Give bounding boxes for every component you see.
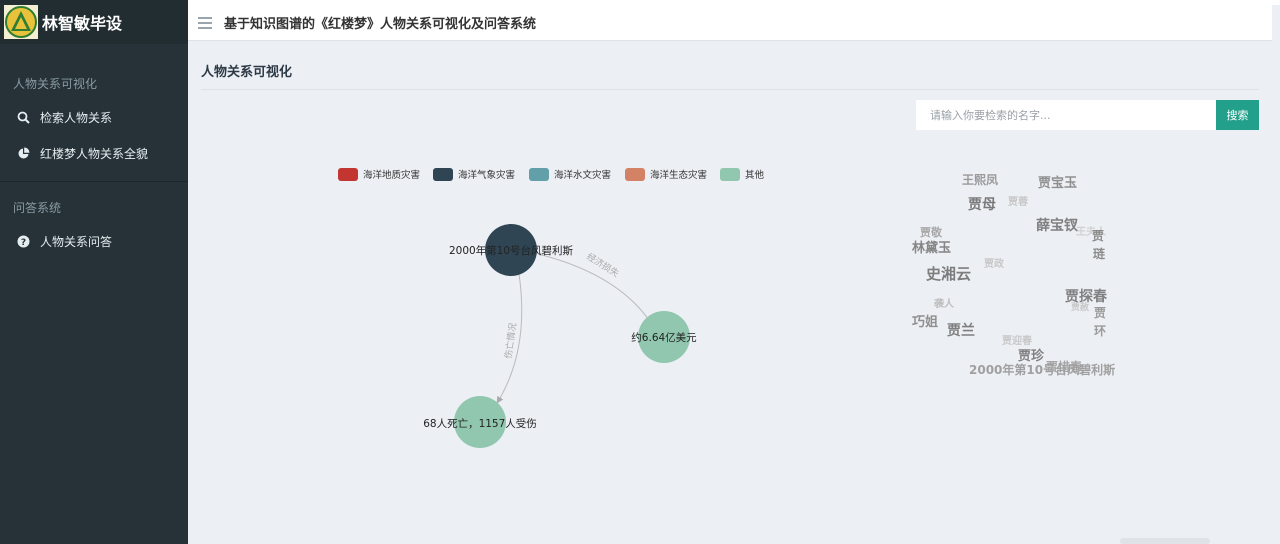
node-label: 68人死亡，1157人受伤 <box>423 417 537 430</box>
node-label: 2000年第10号台风碧利斯 <box>449 244 574 257</box>
header: 基于知识图谱的《红楼梦》人物关系可视化及问答系统 <box>188 5 1272 41</box>
pie-chart-icon <box>16 146 30 160</box>
word-cloud-item[interactable]: 贾宝玉 <box>1038 172 1077 191</box>
header-title: 基于知识图谱的《红楼梦》人物关系可视化及问答系统 <box>224 17 537 32</box>
page-divider <box>201 89 1259 90</box>
legend-swatch <box>433 168 453 181</box>
word-cloud-item[interactable]: 贾政 <box>984 255 1004 270</box>
menu-toggle-icon[interactable] <box>198 16 212 29</box>
legend-label: 海洋水文灾害 <box>554 169 611 181</box>
sidebar-divider <box>0 181 188 182</box>
word-cloud-item[interactable]: 王熙凤 <box>962 171 998 188</box>
sidebar-item-label: 检索人物关系 <box>40 110 113 125</box>
sidebar-item-label: 红楼梦人物关系全貌 <box>40 146 149 161</box>
page-title: 人物关系可视化 <box>201 65 293 80</box>
legend-item[interactable]: 海洋地质灾害 <box>338 168 420 181</box>
graph-node-economic-loss[interactable]: 约6.64亿美元 <box>631 311 697 363</box>
word-cloud-item[interactable]: 薛宝钗 <box>1036 215 1078 235</box>
word-cloud-item[interactable]: 贾蓉 <box>1008 193 1028 208</box>
edge-label: 经济损失 <box>584 250 621 279</box>
node-label: 约6.64亿美元 <box>631 331 697 344</box>
sidebar-item-relation-qa[interactable]: ? 人物关系问答 <box>0 227 188 255</box>
word-cloud-item[interactable]: 贾母 <box>968 194 996 214</box>
word-cloud-item[interactable]: 贾兰 <box>947 320 975 340</box>
word-cloud-item[interactable]: 环 <box>1094 322 1106 339</box>
logo <box>4 5 38 39</box>
scroll-hint <box>1120 538 1210 544</box>
legend-label: 海洋地质灾害 <box>363 169 420 181</box>
graph-node-casualties[interactable]: 68人死亡，1157人受伤 <box>423 396 537 448</box>
legend-label: 其他 <box>745 169 765 181</box>
search-input[interactable] <box>916 100 1216 130</box>
legend-swatch <box>720 168 740 181</box>
legend-label: 海洋生态灾害 <box>650 169 707 181</box>
legend-swatch <box>338 168 358 181</box>
section-title-visualization: 人物关系可视化 <box>13 77 98 91</box>
legend-item[interactable]: 其他 <box>720 168 765 181</box>
legend-item[interactable]: 海洋水文灾害 <box>529 168 611 181</box>
legend-item[interactable]: 海洋气象灾害 <box>433 168 515 181</box>
word-cloud-item[interactable]: 巧姐 <box>912 311 938 330</box>
word-cloud-item[interactable]: 贾 <box>1092 227 1104 244</box>
word-cloud-item[interactable]: 袭人 <box>934 295 954 310</box>
word-cloud-item[interactable]: 2000年第10号台风碧利斯 <box>969 361 1115 378</box>
legend-swatch <box>625 168 645 181</box>
search-icon <box>16 110 30 124</box>
sidebar: 林智敏毕设 人物关系可视化 检索人物关系 红楼梦人物关系全貌 问答系统 ? 人物… <box>0 0 188 544</box>
svg-text:?: ? <box>20 238 25 248</box>
graph-legend: 海洋地质灾害 海洋气象灾害 海洋水文灾害 海洋生态灾害 其他 <box>338 168 765 181</box>
graph-edge-casualties[interactable]: 伤亡情况 <box>496 273 523 404</box>
graph-node-typhoon[interactable]: 2000年第10号台风碧利斯 <box>449 224 574 276</box>
word-cloud-item[interactable]: 贾赦 <box>1071 300 1089 313</box>
legend-item[interactable]: 海洋生态灾害 <box>625 168 707 181</box>
word-cloud-item[interactable]: 贾 <box>1094 304 1106 321</box>
graph-edge-economic-loss[interactable]: 经济损失 <box>537 250 652 324</box>
legend-swatch <box>529 168 549 181</box>
edge-label: 伤亡情况 <box>502 322 519 359</box>
question-circle-icon: ? <box>16 234 30 248</box>
section-title-qa: 问答系统 <box>13 201 62 215</box>
legend-label: 海洋气象灾害 <box>458 169 515 181</box>
sidebar-item-full-relations[interactable]: 红楼梦人物关系全貌 <box>0 139 188 167</box>
word-cloud-item[interactable]: 史湘云 <box>926 263 971 284</box>
relation-graph[interactable]: 海洋地质灾害 海洋气象灾害 海洋水文灾害 海洋生态灾害 其他 经济损失 伤亡情况 <box>188 140 828 460</box>
word-cloud-item[interactable]: 琏 <box>1093 245 1105 262</box>
sidebar-item-search-relations[interactable]: 检索人物关系 <box>0 103 188 131</box>
word-cloud-item[interactable]: 林黛玉 <box>912 237 951 256</box>
search-button[interactable]: 搜索 <box>1216 100 1259 130</box>
brand-name: 林智敏毕设 <box>42 14 123 33</box>
brand[interactable]: 林智敏毕设 <box>0 0 188 44</box>
sidebar-item-label: 人物关系问答 <box>40 234 113 249</box>
